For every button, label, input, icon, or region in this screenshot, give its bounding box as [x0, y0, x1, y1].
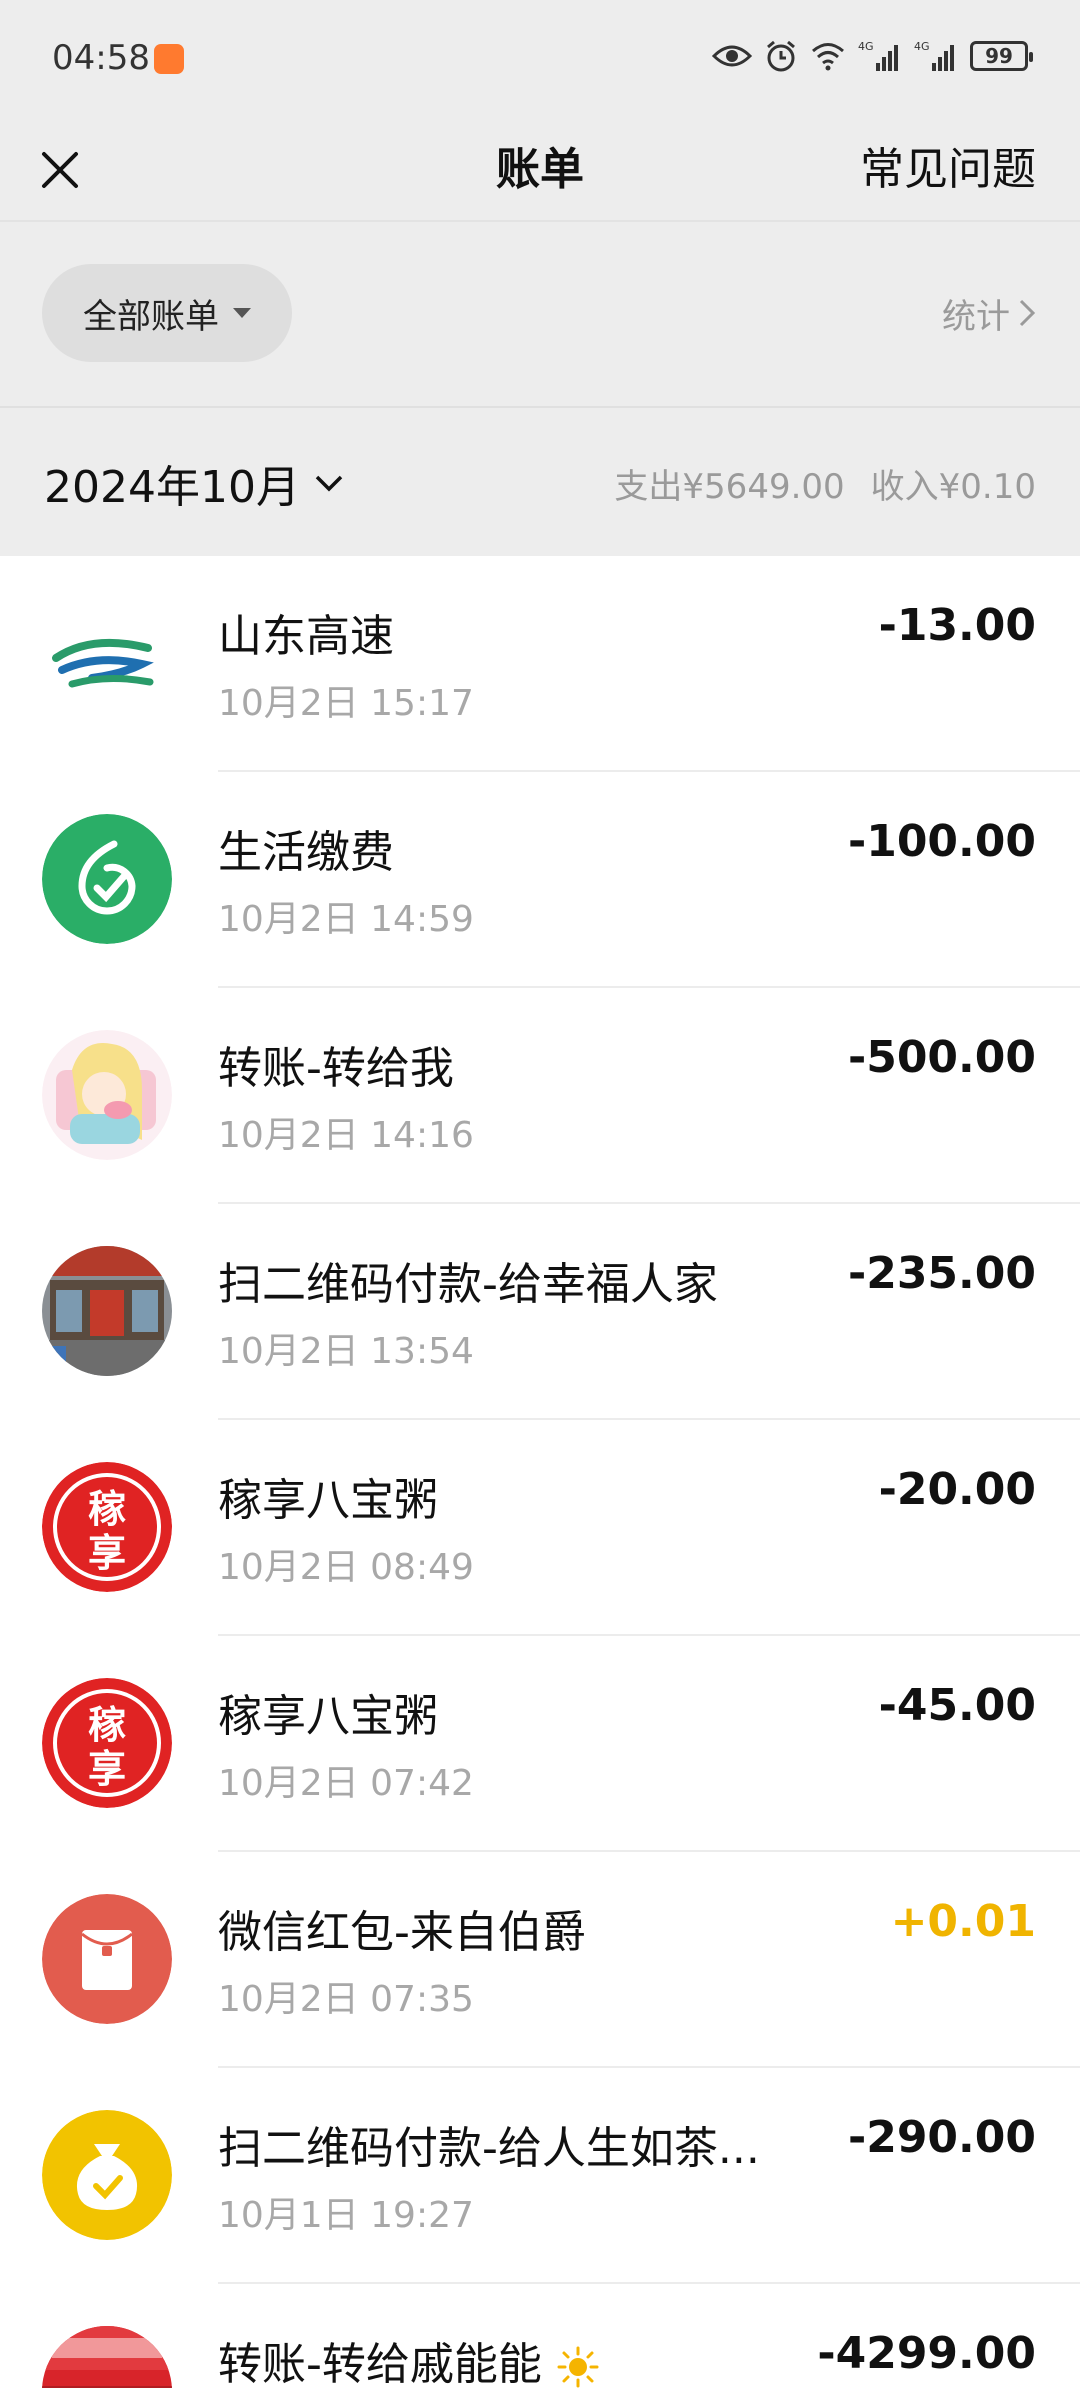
wifi-icon	[810, 41, 846, 71]
caret-down-icon	[233, 308, 251, 318]
filter-bar: 全部账单 统计	[0, 220, 1080, 406]
month-summary: 支出¥5649.00 收入¥0.10	[614, 448, 1036, 518]
transaction-title: 生活缴费	[218, 827, 394, 878]
transaction-row[interactable]: 微信红包-来自伯爵 10月2日 07:35 +0.01	[0, 1852, 1080, 2068]
transaction-time: 10月2日 15:17	[218, 683, 474, 724]
transaction-title: 扫二维码付款-给幸福人家	[218, 1259, 718, 1310]
transaction-amount: +0.01	[890, 1896, 1036, 1947]
svg-text:稼: 稼	[88, 1487, 126, 1531]
cellular-signal-icon-2: 4G	[914, 39, 958, 73]
transaction-amount: -13.00	[878, 600, 1036, 651]
transaction-list: 山东高速 10月2日 15:17 -13.00 生活缴费 10月2日 14:59…	[0, 556, 1080, 2388]
transaction-time: 10月2日 08:49	[218, 1547, 474, 1588]
chevron-right-icon	[1019, 299, 1036, 327]
svg-text:稼: 稼	[88, 1703, 126, 1747]
close-icon	[42, 152, 78, 188]
status-icons: 4G 4G 99	[712, 36, 1033, 76]
svg-text:享: 享	[88, 1531, 126, 1575]
month-selector[interactable]: 2024年10月	[44, 448, 344, 518]
money-bag-icon	[42, 2110, 172, 2240]
transaction-amount: -4299.00	[817, 2328, 1036, 2379]
transaction-row[interactable]: 扫二维码付款-给人生如茶... 10月1日 19:27 -290.00	[0, 2068, 1080, 2284]
transaction-row[interactable]: 扫二维码付款-给幸福人家 10月2日 13:54 -235.00	[0, 1204, 1080, 1420]
transaction-amount: -500.00	[847, 1032, 1036, 1083]
transaction-title: 转账-转给我	[218, 1043, 454, 1094]
transaction-row[interactable]: 转账-转给我 10月2日 14:16 -500.00	[0, 988, 1080, 1204]
transaction-title: 稼享八宝粥	[218, 1475, 438, 1526]
bill-type-filter-label: 全部账单	[83, 296, 219, 337]
month-header: 2024年10月 支出¥5649.00 收入¥0.10	[0, 406, 1080, 556]
month-label: 2024年10月	[44, 462, 300, 513]
cellular-signal-icon: 4G	[858, 39, 902, 73]
transaction-amount: -235.00	[847, 1248, 1036, 1299]
transaction-title: 转账-转给戚能能	[218, 2328, 820, 2388]
sun-icon	[557, 2346, 599, 2388]
nav-bar: 账单 常见问题	[0, 120, 1080, 220]
cartoon-avatar-icon	[42, 1030, 172, 1160]
month-income: 收入¥0.10	[870, 466, 1036, 507]
notification-app-icon	[154, 44, 184, 74]
faq-link[interactable]: 常见问题	[860, 120, 1036, 220]
utility-payment-icon	[42, 814, 172, 944]
transaction-title: 山东高速	[218, 611, 394, 662]
transaction-row[interactable]: 稼享 稼享八宝粥 10月2日 07:42 -45.00	[0, 1636, 1080, 1852]
highway-logo-icon	[42, 598, 172, 728]
bill-type-filter[interactable]: 全部账单	[42, 264, 292, 362]
transaction-title: 稼享八宝粥	[218, 1691, 438, 1742]
statistics-link[interactable]: 统计	[942, 264, 1036, 362]
statistics-label: 统计	[942, 296, 1010, 337]
alarm-icon	[764, 39, 798, 73]
close-button[interactable]	[30, 140, 90, 200]
transaction-time: 10月2日 13:54	[218, 1331, 474, 1372]
transaction-time: 10月1日 19:27	[218, 2195, 474, 2236]
shop-sign-photo-icon	[42, 2326, 172, 2388]
transaction-title: 微信红包-来自伯爵	[218, 1907, 586, 1958]
transaction-amount: -45.00	[878, 1680, 1036, 1731]
transaction-amount: -20.00	[878, 1464, 1036, 1515]
transaction-title-text: 转账-转给戚能能	[218, 2339, 542, 2388]
transaction-time: 10月2日 14:59	[218, 899, 474, 940]
svg-text:4G: 4G	[858, 40, 874, 53]
status-bar: 04:58 4G 4G 99	[0, 0, 1080, 120]
eye-icon	[712, 42, 752, 70]
red-packet-icon	[42, 1894, 172, 2024]
battery-indicator: 99	[970, 41, 1033, 71]
transaction-amount: -100.00	[847, 816, 1036, 867]
transaction-amount: -290.00	[847, 2112, 1036, 2163]
transaction-time: 10月2日 07:35	[218, 1979, 474, 2020]
svg-text:享: 享	[88, 1747, 126, 1791]
transaction-row[interactable]: 稼享 稼享八宝粥 10月2日 08:49 -20.00	[0, 1420, 1080, 1636]
transaction-row[interactable]: 转账-转给戚能能 -4299.00	[0, 2284, 1080, 2388]
chevron-down-icon	[315, 475, 343, 492]
storefront-photo-icon	[42, 1246, 172, 1376]
jiaxiang-logo-icon: 稼享	[42, 1462, 172, 1592]
transaction-row[interactable]: 山东高速 10月2日 15:17 -13.00	[0, 556, 1080, 772]
transaction-row[interactable]: 生活缴费 10月2日 14:59 -100.00	[0, 772, 1080, 988]
transaction-time: 10月2日 14:16	[218, 1115, 474, 1156]
transaction-time: 10月2日 07:42	[218, 1763, 474, 1804]
svg-text:4G: 4G	[914, 40, 930, 53]
status-time: 04:58	[52, 38, 150, 78]
month-expense: 支出¥5649.00	[614, 466, 845, 507]
transaction-title: 扫二维码付款-给人生如茶...	[218, 2123, 760, 2174]
jiaxiang-logo-icon: 稼享	[42, 1678, 172, 1808]
